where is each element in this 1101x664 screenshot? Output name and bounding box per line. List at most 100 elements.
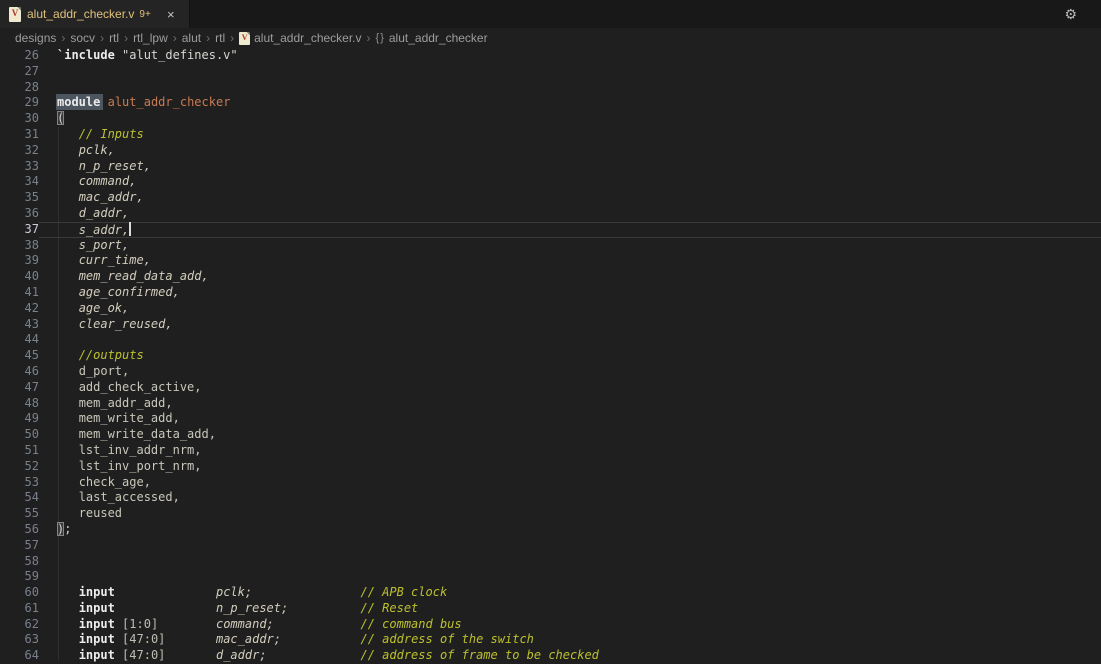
line-number[interactable]: 56	[0, 522, 39, 538]
code-line[interactable]: 38 s_port,	[0, 238, 1101, 254]
line-number[interactable]: 48	[0, 396, 39, 412]
code-line[interactable]: 33 n_p_reset,	[0, 159, 1101, 175]
code-line[interactable]: 63 input [47:0] mac_addr; // address of …	[0, 632, 1101, 648]
code-line[interactable]: 36 d_addr,	[0, 206, 1101, 222]
code-line[interactable]: 34 command,	[0, 174, 1101, 190]
line-number[interactable]: 36	[0, 206, 39, 222]
code-line[interactable]: 31 // Inputs	[0, 127, 1101, 143]
code-line[interactable]: 55 reused	[0, 506, 1101, 522]
code-line[interactable]: 39 curr_time,	[0, 253, 1101, 269]
breadcrumb-item-rtl-lpw[interactable]: rtl_lpw	[133, 31, 168, 45]
line-number[interactable]: 38	[0, 238, 39, 254]
code-line[interactable]: 29module alut_addr_checker	[0, 95, 1101, 111]
line-number[interactable]: 42	[0, 301, 39, 317]
line-number[interactable]: 57	[0, 538, 39, 554]
code-line-content: input [47:0] mac_addr; // address of the…	[39, 632, 1101, 648]
code-line[interactable]: 27	[0, 64, 1101, 80]
tab-alut-addr-checker[interactable]: V alut_addr_checker.v 9+ ×	[0, 0, 190, 28]
code-line-content: check_age,	[39, 475, 1101, 491]
code-line[interactable]: 64 input [47:0] d_addr; // address of fr…	[0, 648, 1101, 664]
code-line-content: clear_reused,	[39, 317, 1101, 333]
code-line[interactable]: 58	[0, 554, 1101, 570]
code-line[interactable]: 30(	[0, 111, 1101, 127]
breadcrumb-item-alut[interactable]: alut	[182, 31, 201, 45]
gear-icon[interactable]: ⚙	[1064, 0, 1077, 28]
code-line[interactable]: 50 mem_write_data_add,	[0, 427, 1101, 443]
code-line[interactable]: 45 //outputs	[0, 348, 1101, 364]
code-line[interactable]: 35 mac_addr,	[0, 190, 1101, 206]
code-editor[interactable]: 26`include "alut_defines.v"272829module …	[0, 48, 1101, 660]
code-token: s_addr,	[79, 223, 130, 237]
line-number[interactable]: 55	[0, 506, 39, 522]
line-number[interactable]: 53	[0, 475, 39, 491]
line-number[interactable]: 46	[0, 364, 39, 380]
line-number[interactable]: 41	[0, 285, 39, 301]
code-line[interactable]: 60 input pclk; // APB clock	[0, 585, 1101, 601]
code-line[interactable]: 49 mem_write_add,	[0, 411, 1101, 427]
breadcrumb-item-alut-addr-checker[interactable]: {}alut_addr_checker	[376, 31, 488, 45]
code-line[interactable]: 51 lst_inv_addr_nrm,	[0, 443, 1101, 459]
code-line[interactable]: 48 mem_addr_add,	[0, 396, 1101, 412]
code-line[interactable]: 56);	[0, 522, 1101, 538]
code-line[interactable]: 37 s_addr,	[0, 222, 1101, 238]
line-number[interactable]: 45	[0, 348, 39, 364]
breadcrumb-item-rtl[interactable]: rtl	[109, 31, 119, 45]
line-number[interactable]: 54	[0, 490, 39, 506]
line-number[interactable]: 62	[0, 617, 39, 633]
line-number[interactable]: 59	[0, 569, 39, 585]
line-number[interactable]: 61	[0, 601, 39, 617]
line-number[interactable]: 31	[0, 127, 39, 143]
line-number[interactable]: 58	[0, 554, 39, 570]
code-line[interactable]: 59	[0, 569, 1101, 585]
close-icon[interactable]: ×	[163, 6, 179, 22]
line-number[interactable]: 52	[0, 459, 39, 475]
line-number[interactable]: 30	[0, 111, 39, 127]
code-line[interactable]: 41 age_confirmed,	[0, 285, 1101, 301]
code-line[interactable]: 26`include "alut_defines.v"	[0, 48, 1101, 64]
code-line[interactable]: 40 mem_read_data_add,	[0, 269, 1101, 285]
breadcrumb-item-socv[interactable]: socv	[70, 31, 95, 45]
line-number[interactable]: 51	[0, 443, 39, 459]
code-line[interactable]: 62 input [1:0] command; // command bus	[0, 617, 1101, 633]
line-number[interactable]: 40	[0, 269, 39, 285]
line-number[interactable]: 47	[0, 380, 39, 396]
line-number[interactable]: 33	[0, 159, 39, 175]
code-token: alut_addr_checker	[108, 95, 231, 109]
code-line[interactable]: 44	[0, 332, 1101, 348]
line-number[interactable]: 34	[0, 174, 39, 190]
line-number[interactable]: 35	[0, 190, 39, 206]
code-line[interactable]: 32 pclk,	[0, 143, 1101, 159]
line-number[interactable]: 64	[0, 648, 39, 664]
line-number[interactable]: 37	[0, 222, 39, 238]
breadcrumb-item-rtl[interactable]: rtl	[215, 31, 225, 45]
line-number[interactable]: 32	[0, 143, 39, 159]
code-line[interactable]: 28	[0, 80, 1101, 96]
breadcrumb-item-alut-addr-checker-v[interactable]: Valut_addr_checker.v	[239, 31, 361, 45]
code-line[interactable]: 52 lst_inv_port_nrm,	[0, 459, 1101, 475]
line-number[interactable]: 43	[0, 317, 39, 333]
line-number[interactable]: 60	[0, 585, 39, 601]
code-line[interactable]: 57	[0, 538, 1101, 554]
code-line[interactable]: 47 add_check_active,	[0, 380, 1101, 396]
code-line[interactable]: 43 clear_reused,	[0, 317, 1101, 333]
code-token: command,	[79, 174, 137, 188]
line-number[interactable]: 29	[0, 95, 39, 111]
code-line[interactable]: 61 input n_p_reset; // Reset	[0, 601, 1101, 617]
code-line[interactable]: 54 last_accessed,	[0, 490, 1101, 506]
code-token: [47:0]	[122, 648, 165, 662]
line-number[interactable]: 63	[0, 632, 39, 648]
line-number[interactable]: 27	[0, 64, 39, 80]
code-line[interactable]: 42 age_ok,	[0, 301, 1101, 317]
code-line[interactable]: 53 check_age,	[0, 475, 1101, 491]
line-number[interactable]: 44	[0, 332, 39, 348]
code-line-content	[39, 554, 1101, 570]
line-number[interactable]: 26	[0, 48, 39, 64]
line-number[interactable]: 49	[0, 411, 39, 427]
code-line[interactable]: 46 d_port,	[0, 364, 1101, 380]
code-line-content: input [1:0] command; // command bus	[39, 617, 1101, 633]
code-line-content: );	[39, 522, 1101, 538]
breadcrumb-item-designs[interactable]: designs	[15, 31, 56, 45]
line-number[interactable]: 28	[0, 80, 39, 96]
line-number[interactable]: 39	[0, 253, 39, 269]
line-number[interactable]: 50	[0, 427, 39, 443]
